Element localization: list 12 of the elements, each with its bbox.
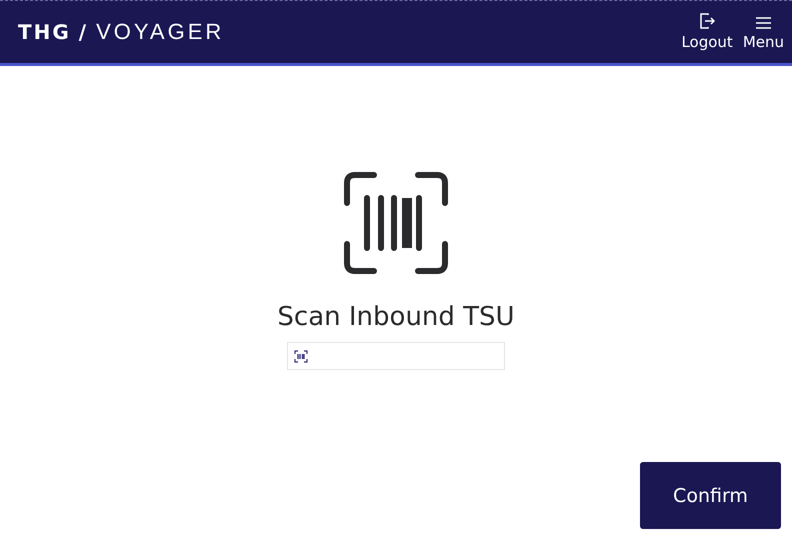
- menu-button[interactable]: Menu: [742, 16, 784, 51]
- product-name: VOYAGER: [96, 19, 224, 45]
- menu-icon: [754, 16, 772, 30]
- scan-title: Scan Inbound TSU: [277, 302, 515, 332]
- scan-input-field[interactable]: [287, 342, 505, 370]
- logout-icon: [699, 12, 716, 30]
- barcode-icon: [294, 350, 308, 362]
- confirm-button[interactable]: Confirm: [640, 462, 781, 529]
- barcode-scan-icon: [344, 172, 448, 274]
- logo-separator: /: [78, 20, 88, 44]
- logout-button[interactable]: Logout: [681, 12, 733, 51]
- brand-logo: THG: [18, 20, 71, 44]
